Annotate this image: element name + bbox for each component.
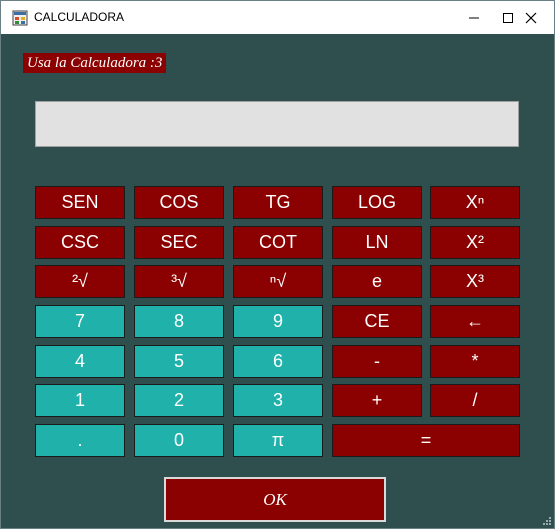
ln-button[interactable]: LN (332, 226, 422, 259)
digit-3-button[interactable]: 3 (233, 384, 323, 417)
minimize-button[interactable] (462, 1, 485, 34)
banner-label: Usa la Calculadora :3 (23, 53, 167, 73)
nth-root-button[interactable]: ⁿ√ (233, 265, 323, 298)
digit-2-button[interactable]: 2 (134, 384, 224, 417)
display-field[interactable] (35, 101, 519, 147)
tan-button[interactable]: TG (233, 186, 323, 219)
ok-button[interactable]: OK (164, 477, 386, 522)
cbrt-button[interactable]: ³√ (134, 265, 224, 298)
equals-button[interactable]: = (332, 424, 520, 457)
calculator-window: CALCULADORA Usa la Calculadora :3 SEN COS… (0, 0, 555, 529)
digit-5-button[interactable]: 5 (134, 345, 224, 378)
digit-9-button[interactable]: 9 (233, 305, 323, 338)
minus-button[interactable]: - (332, 345, 422, 378)
resize-grip-icon[interactable] (542, 516, 552, 526)
close-icon (525, 12, 537, 23)
title-bar[interactable]: CALCULADORA (1, 1, 554, 34)
digit-8-button[interactable]: 8 (134, 305, 224, 338)
multiply-button[interactable]: * (430, 345, 520, 378)
power-n-button[interactable]: Xⁿ (430, 186, 520, 219)
divide-button[interactable]: / (430, 384, 520, 417)
clear-entry-button[interactable]: CE (332, 305, 422, 338)
plus-button[interactable]: + (332, 384, 422, 417)
sec-button[interactable]: SEC (134, 226, 224, 259)
csc-button[interactable]: CSC (35, 226, 125, 259)
sin-button[interactable]: SEN (35, 186, 125, 219)
digit-6-button[interactable]: 6 (233, 345, 323, 378)
e-button[interactable]: e (332, 265, 422, 298)
minimize-icon (468, 17, 479, 18)
cot-button[interactable]: COT (233, 226, 323, 259)
digit-1-button[interactable]: 1 (35, 384, 125, 417)
digit-4-button[interactable]: 4 (35, 345, 125, 378)
digit-0-button[interactable]: 0 (134, 424, 224, 457)
cube-button[interactable]: X³ (430, 265, 520, 298)
log-button[interactable]: LOG (332, 186, 422, 219)
decimal-button[interactable]: . (35, 424, 125, 457)
cos-button[interactable]: COS (134, 186, 224, 219)
pi-button[interactable]: π (233, 424, 323, 457)
client-area: Usa la Calculadora :3 SEN COS TG LOG Xⁿ CSC SE… (1, 34, 554, 528)
backspace-button[interactable]: ← (430, 305, 520, 338)
window-title: CALCULADORA (34, 10, 125, 24)
digit-7-button[interactable]: 7 (35, 305, 125, 338)
sqrt-button[interactable]: ²√ (35, 265, 125, 298)
close-button[interactable] (508, 1, 554, 34)
app-icon (12, 10, 28, 26)
square-button[interactable]: X² (430, 226, 520, 259)
